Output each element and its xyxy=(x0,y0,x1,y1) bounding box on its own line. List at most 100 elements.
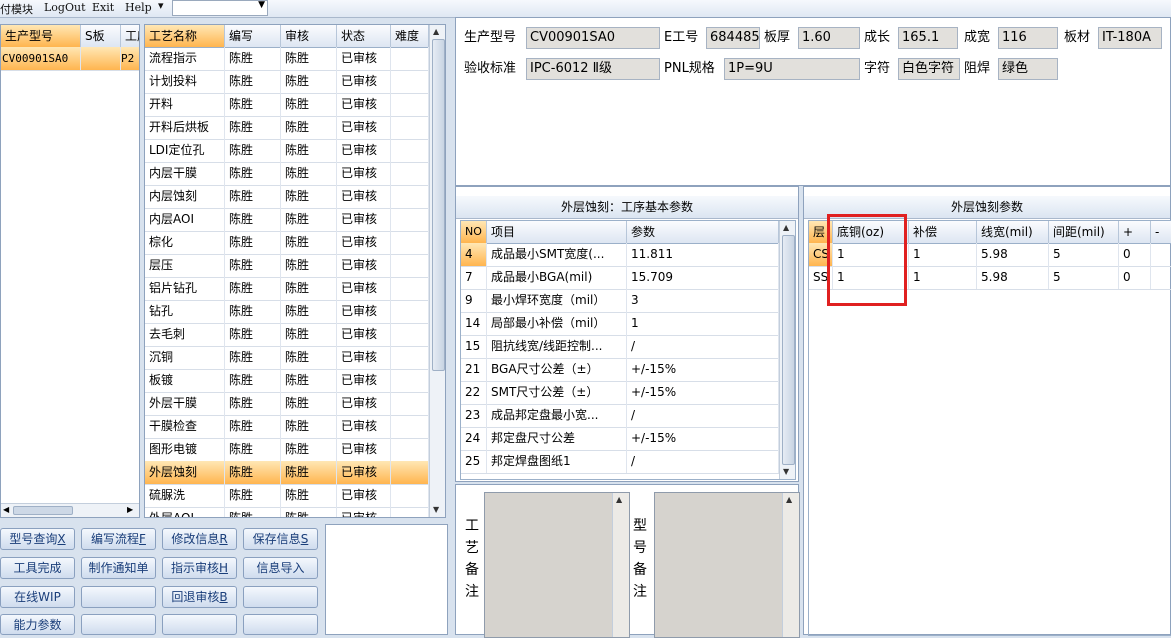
params-vertical-scrollbar[interactable]: ▲ ▼ xyxy=(779,221,795,479)
col-param[interactable]: 参数 xyxy=(627,221,779,243)
table-row[interactable]: 9 最小焊环宽度（mil） 3 xyxy=(461,289,795,313)
table-row[interactable]: 24 邦定盘尺寸公差 +/-15% xyxy=(461,427,795,451)
make-notice-button[interactable]: 制作通知单 xyxy=(81,557,156,579)
menu-help[interactable]: Help xyxy=(125,1,152,14)
blank-button-2[interactable] xyxy=(81,586,156,608)
width-field[interactable]: 116 xyxy=(998,27,1058,49)
col-difficulty[interactable]: 难度 xyxy=(391,25,429,47)
table-row[interactable]: LDI定位孔 陈胜 陈胜 已审核 xyxy=(145,139,445,163)
write-flow-button[interactable]: 编写流程F xyxy=(81,528,156,550)
table-row[interactable]: 沉铜 陈胜 陈胜 已审核 xyxy=(145,346,445,370)
col-process[interactable]: 工序 xyxy=(121,25,139,47)
table-row[interactable]: 流程指示 陈胜 陈胜 已审核 xyxy=(145,47,445,71)
no-cell: 23 xyxy=(461,404,487,427)
arrow-up-icon[interactable]: ▲ xyxy=(433,27,439,36)
instruction-review-button[interactable]: 指示审核H xyxy=(162,557,237,579)
table-row[interactable]: 硫脲洗 陈胜 陈胜 已审核 xyxy=(145,484,445,508)
col-no[interactable]: NO xyxy=(461,221,487,243)
length-field[interactable]: 165.1 xyxy=(898,27,958,49)
solder-mask-field[interactable]: 绿色 xyxy=(998,58,1058,80)
table-row[interactable]: 计划投料 陈胜 陈胜 已审核 xyxy=(145,70,445,94)
table-row[interactable]: 4 成品最小SMT宽度(... 11.811 xyxy=(461,243,795,267)
difficulty-cell xyxy=(391,47,429,70)
table-row[interactable]: 23 成品邦定盘最小宽... / xyxy=(461,404,795,428)
table-row[interactable]: 外层AOI 陈胜 陈胜 已审核 xyxy=(145,507,445,517)
table-row[interactable]: 内层蚀刻 陈胜 陈胜 已审核 xyxy=(145,185,445,209)
scroll-thumb[interactable] xyxy=(13,506,73,515)
table-row[interactable]: 棕化 陈胜 陈胜 已审核 xyxy=(145,231,445,255)
character-field[interactable]: 白色字符 xyxy=(898,58,960,80)
col-process-name[interactable]: 工艺名称 xyxy=(145,25,225,47)
table-row[interactable]: 22 SMT尺寸公差（±） +/-15% xyxy=(461,381,795,405)
table-row[interactable]: 去毛刺 陈胜 陈胜 已审核 xyxy=(145,323,445,347)
table-row[interactable]: 铝片钻孔 陈胜 陈胜 已审核 xyxy=(145,277,445,301)
memo-scrollbar[interactable]: ▲ xyxy=(782,493,799,637)
table-row[interactable]: 钻孔 陈胜 陈胜 已审核 xyxy=(145,300,445,324)
process-vertical-scrollbar[interactable]: ▲ ▼ xyxy=(429,25,445,517)
model-memo-textarea[interactable]: ▲ xyxy=(654,492,800,638)
table-row[interactable]: 内层干膜 陈胜 陈胜 已审核 xyxy=(145,162,445,186)
table-row[interactable]: 7 成品最小BGA(mil) 15.709 xyxy=(461,266,795,290)
col-status[interactable]: 状态 xyxy=(337,25,391,47)
col-plus[interactable]: + xyxy=(1119,221,1151,243)
material-field[interactable]: IT-180A xyxy=(1098,27,1162,49)
info-import-button[interactable]: 信息导入 xyxy=(243,557,318,579)
tool-complete-button[interactable]: 工具完成 xyxy=(0,557,75,579)
arrow-right-icon[interactable]: ▶ xyxy=(127,505,133,514)
thickness-field[interactable]: 1.60 xyxy=(798,27,860,49)
modify-info-button[interactable]: 修改信息R xyxy=(162,528,237,550)
arrow-down-icon[interactable]: ▼ xyxy=(433,505,439,514)
table-row[interactable]: 干膜检查 陈胜 陈胜 已审核 xyxy=(145,415,445,439)
model-field[interactable]: CV00901SA0 xyxy=(526,27,660,49)
memo-scrollbar[interactable]: ▲ xyxy=(612,493,629,637)
col-minus[interactable]: - xyxy=(1151,221,1171,243)
table-row[interactable]: 25 邦定焊盘图纸1/ xyxy=(461,450,795,474)
menu-exit[interactable]: Exit xyxy=(92,1,114,14)
arrow-left-icon[interactable]: ◀ xyxy=(3,505,9,514)
table-row[interactable]: 外层蚀刻 陈胜 陈胜 已审核 xyxy=(145,461,445,485)
rollback-review-button[interactable]: 回退审核B xyxy=(162,586,237,608)
arrow-up-icon[interactable]: ▲ xyxy=(786,495,792,504)
horizontal-scrollbar[interactable]: ◀ ▶ xyxy=(1,503,139,517)
blank-button-7[interactable] xyxy=(162,614,237,635)
table-row[interactable]: 内层AOI 陈胜 陈胜 已审核 xyxy=(145,208,445,232)
menu-module[interactable]: 付模块 xyxy=(0,1,33,17)
eno-field[interactable]: 684485 xyxy=(706,27,760,49)
scroll-thumb[interactable] xyxy=(782,235,795,465)
col-line-width[interactable]: 线宽(mil) xyxy=(977,221,1049,243)
module-combo[interactable]: ▼ xyxy=(172,0,268,16)
arrow-up-icon[interactable]: ▲ xyxy=(783,223,789,232)
blank-button-4[interactable] xyxy=(243,586,318,608)
arrow-up-icon[interactable]: ▲ xyxy=(616,495,622,504)
col-model[interactable]: 生产型号 xyxy=(1,25,81,47)
scroll-thumb[interactable] xyxy=(432,39,445,371)
capability-params-button[interactable]: 能力参数 xyxy=(0,614,75,635)
table-row[interactable]: 层压 陈胜 陈胜 已审核 xyxy=(145,254,445,278)
pnl-field[interactable]: 1P=9U xyxy=(724,58,860,80)
online-wip-button[interactable]: 在线WIP xyxy=(0,586,75,608)
table-row[interactable]: 板镀 陈胜 陈胜 已审核 xyxy=(145,369,445,393)
table-row[interactable]: 图形电镀 陈胜 陈胜 已审核 xyxy=(145,438,445,462)
table-row[interactable]: 21 BGA尺寸公差（±） +/-15% xyxy=(461,358,795,382)
table-row[interactable]: 开料 陈胜 陈胜 已审核 xyxy=(145,93,445,117)
model-query-button[interactable]: 型号查询X xyxy=(0,528,75,550)
acceptance-std-field[interactable]: IPC-6012 Ⅱ级 xyxy=(526,58,660,80)
col-s[interactable]: S板 xyxy=(81,25,121,47)
col-item[interactable]: 项目 xyxy=(487,221,627,243)
table-row[interactable]: CV00901SA0 P2 xyxy=(1,47,139,71)
menu-help-dropdown-icon[interactable]: ▾ xyxy=(158,0,164,12)
col-compensation[interactable]: 补偿 xyxy=(909,221,977,243)
col-spacing[interactable]: 间距(mil) xyxy=(1049,221,1119,243)
process-memo-textarea[interactable]: ▲ xyxy=(484,492,630,638)
arrow-down-icon[interactable]: ▼ xyxy=(783,467,789,476)
blank-button-6[interactable] xyxy=(81,614,156,635)
table-row[interactable]: 外层干膜 陈胜 陈胜 已审核 xyxy=(145,392,445,416)
table-row[interactable]: 开料后烘板 陈胜 陈胜 已审核 xyxy=(145,116,445,140)
blank-button-8[interactable] xyxy=(243,614,318,635)
table-row[interactable]: 15 阻抗线宽/线距控制... / xyxy=(461,335,795,359)
col-writer[interactable]: 编写 xyxy=(225,25,281,47)
menu-logout[interactable]: LogOut xyxy=(44,1,86,14)
table-row[interactable]: 14 局部最小补偿（mil） 1 xyxy=(461,312,795,336)
col-checker[interactable]: 审核 xyxy=(281,25,337,47)
save-info-button[interactable]: 保存信息S xyxy=(243,528,318,550)
